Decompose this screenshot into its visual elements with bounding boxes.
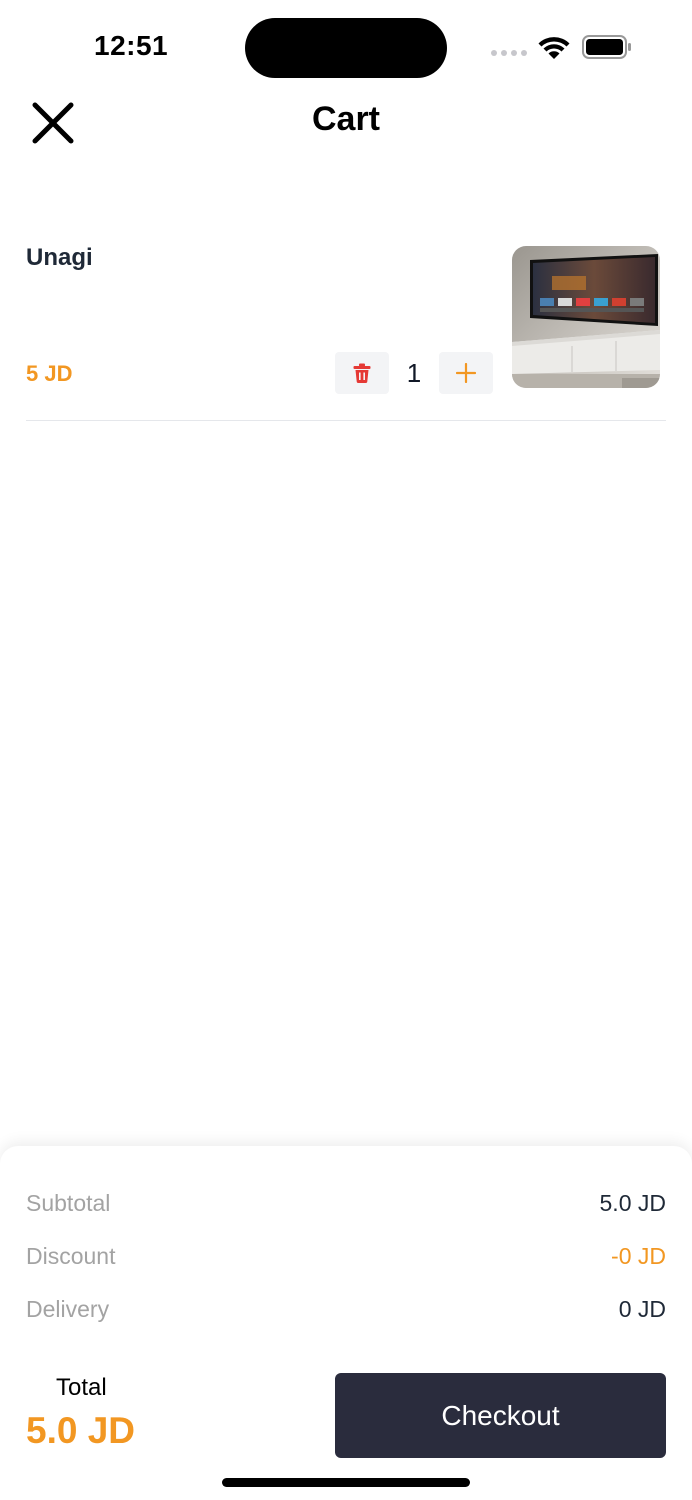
battery-icon <box>582 35 631 59</box>
total-value: 5.0 JD <box>26 1410 136 1451</box>
status-bar: 12:51 <box>0 0 692 90</box>
dynamic-island <box>245 18 447 78</box>
quantity-value: 1 <box>406 357 422 388</box>
subtotal-row: Subtotal 5.0 JD <box>26 1186 666 1220</box>
discount-value: -0 JD <box>611 1242 666 1269</box>
checkout-button[interactable]: Checkout <box>335 1373 666 1458</box>
increment-quantity-button[interactable] <box>439 352 493 394</box>
discount-label: Discount <box>26 1242 116 1269</box>
page-title: Cart <box>311 100 381 138</box>
delivery-row: Delivery 0 JD <box>26 1292 666 1326</box>
delivery-label: Delivery <box>26 1295 110 1322</box>
cart-item: Unagi 5 JD 1 <box>26 232 666 421</box>
total-label: Total <box>56 1374 107 1401</box>
discount-row: Discount -0 JD <box>26 1239 666 1273</box>
delivery-value: 0 JD <box>618 1295 666 1322</box>
item-price: 5 JD <box>26 361 73 386</box>
subtotal-value: 5.0 JD <box>599 1189 666 1216</box>
quantity-stepper: 1 <box>335 352 493 394</box>
delete-item-button[interactable] <box>335 352 389 394</box>
subtotal-label: Subtotal <box>26 1189 111 1216</box>
wifi-icon <box>538 37 570 59</box>
status-time: 12:51 <box>94 30 169 61</box>
order-summary-sheet: Subtotal 5.0 JD Discount -0 JD Delivery … <box>0 1146 692 1500</box>
item-name: Unagi <box>26 244 93 271</box>
plus-icon <box>456 363 476 383</box>
home-indicator[interactable] <box>222 1478 470 1487</box>
cellular-signal-icon <box>491 50 527 56</box>
product-image[interactable] <box>512 246 660 388</box>
trash-icon <box>353 363 371 383</box>
